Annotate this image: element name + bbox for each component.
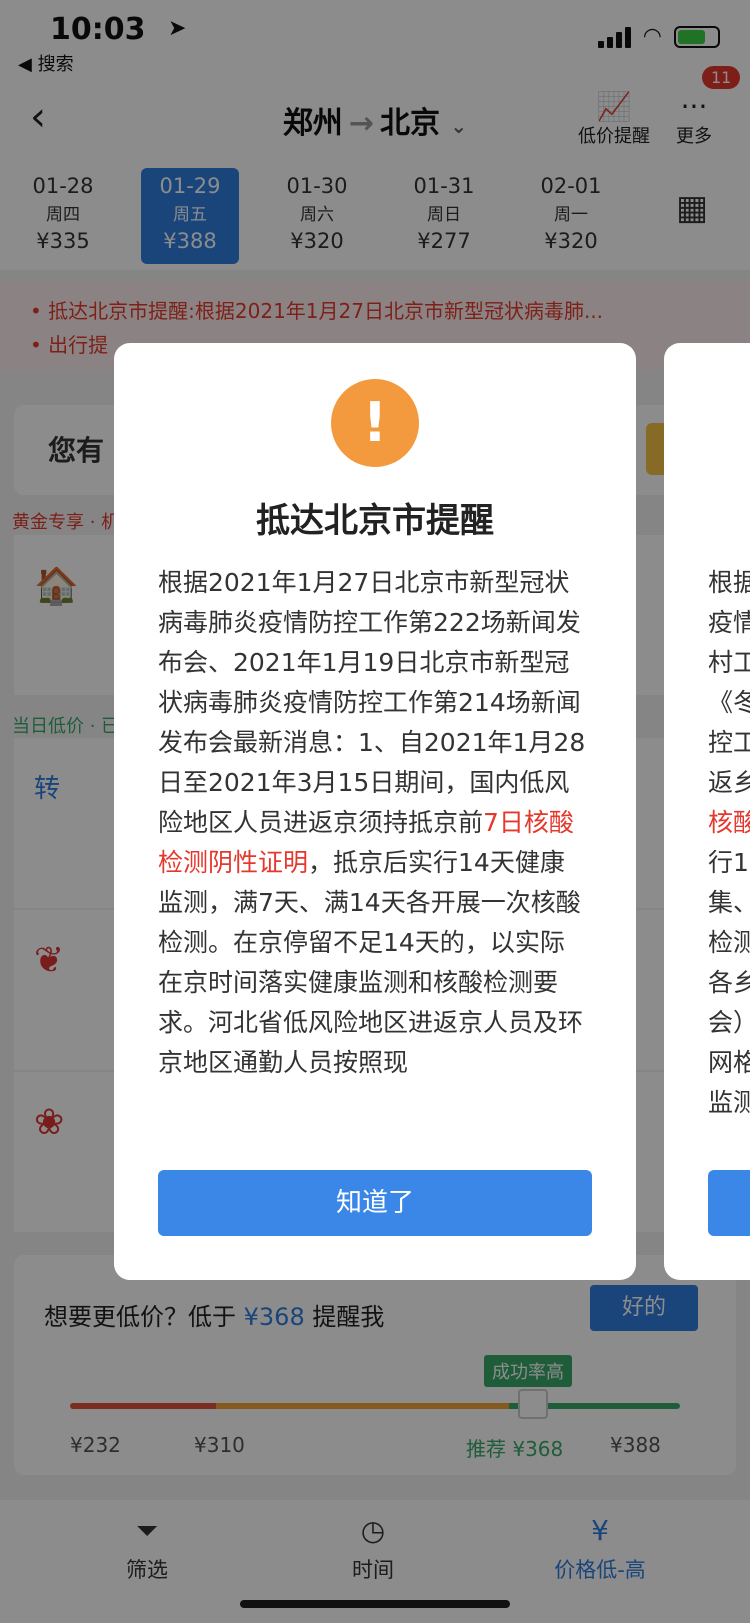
peek-line: 各乡 xyxy=(708,968,750,997)
next-notice-card[interactable]: 根据 疫情 村工 《冬 控工 返乡 核酸 行1 集、 检测 各乡 会） 网格 监… xyxy=(664,343,750,1280)
peek-line: 网格 xyxy=(708,1048,750,1077)
peek-line: 根据 xyxy=(708,568,750,597)
next-card-button[interactable] xyxy=(708,1170,750,1236)
next-card-body: 根据 疫情 村工 《冬 控工 返乡 核酸 行1 集、 检测 各乡 会） 网格 监… xyxy=(708,563,750,1123)
peek-line: 《冬 xyxy=(708,688,750,717)
peek-line: 检测 xyxy=(708,928,750,957)
dialog-body-text: 根据2021年1月27日北京市新型冠状病毒肺炎疫情防控工作第222场新闻发布会、… xyxy=(158,568,586,837)
dialog-body: 根据2021年1月27日北京市新型冠状病毒肺炎疫情防控工作第222场新闻发布会、… xyxy=(158,563,588,1171)
peek-line: 集、 xyxy=(708,888,750,917)
notice-dialog: ! 抵达北京市提醒 根据2021年1月27日北京市新型冠状病毒肺炎疫情防控工作第… xyxy=(114,343,636,1280)
dialog-title: 抵达北京市提醒 xyxy=(256,501,494,541)
peek-line: 核酸 xyxy=(708,808,750,837)
warning-icon: ! xyxy=(331,379,419,467)
acknowledge-button[interactable]: 知道了 xyxy=(158,1170,592,1236)
peek-line: 疫情 xyxy=(708,608,750,637)
peek-line: 行1 xyxy=(708,848,749,877)
peek-line: 村工 xyxy=(708,648,750,677)
peek-line: 控工 xyxy=(708,728,750,757)
peek-line: 监测 xyxy=(708,1088,750,1117)
dialog-body-text: ，抵京后实行14天健康监测，满7天、满14天各开展一次核酸检测。在京停留不足14… xyxy=(158,848,584,1077)
home-indicator xyxy=(240,1600,510,1608)
peek-line: 会） xyxy=(708,1008,750,1037)
peek-line: 返乡 xyxy=(708,768,750,797)
